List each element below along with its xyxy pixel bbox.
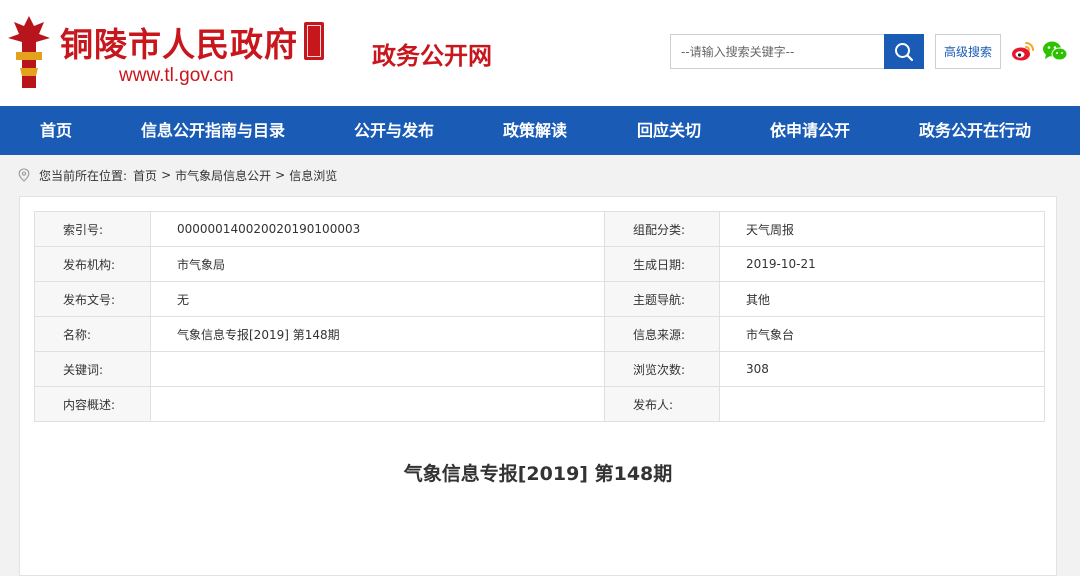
table-row: 关键词: 浏览次数: 308 [34,351,1045,387]
meta-label: 浏览次数: [604,351,720,387]
meta-label: 发布文号: [34,281,151,317]
advanced-search-button[interactable]: 高级搜索 [935,34,1001,69]
main-nav: 首页 信息公开指南与目录 公开与发布 政策解读 回应关切 依申请公开 政务公开在… [0,106,1080,155]
table-row: 索引号: 000000140020020190100003 组配分类: 天气周报 [34,211,1045,247]
content-panel: 索引号: 000000140020020190100003 组配分类: 天气周报… [19,196,1057,576]
meta-value: 天气周报 [719,211,1045,247]
wechat-icon[interactable] [1042,40,1068,62]
breadcrumb-home[interactable]: 首页 [133,167,157,184]
meta-value: 市气象台 [719,316,1045,352]
meta-label: 信息来源: [604,316,720,352]
nav-item-response[interactable]: 回应关切 [637,106,701,155]
nav-item-disclosure-action[interactable]: 政务公开在行动 [919,106,1031,155]
meta-value: 其他 [719,281,1045,317]
meta-value [150,351,605,387]
nav-item-guide-directory[interactable]: 信息公开指南与目录 [141,106,285,155]
meta-label: 名称: [34,316,151,352]
document-title: 气象信息专报[2019] 第148期 [403,463,673,485]
table-row: 发布文号: 无 主题导航: 其他 [34,281,1045,317]
nav-item-home[interactable]: 首页 [40,106,72,155]
meta-label: 索引号: [34,211,151,247]
meta-value: 气象信息专报[2019] 第148期 [150,316,605,352]
document-metadata-table: 索引号: 000000140020020190100003 组配分类: 天气周报… [34,211,1045,422]
red-seal-stamp [304,22,324,60]
meta-label: 主题导航: [604,281,720,317]
search-input[interactable] [670,34,884,69]
meta-value [719,386,1045,422]
nav-item-publish[interactable]: 公开与发布 [354,106,434,155]
meta-value: 无 [150,281,605,317]
breadcrumb-bureau-disclosure[interactable]: 市气象局信息公开 [175,167,271,184]
location-pin-icon [18,168,30,182]
meta-label: 生成日期: [604,246,720,282]
meta-value: 市气象局 [150,246,605,282]
meta-label: 关键词: [34,351,151,387]
breadcrumb-separator: > [275,168,286,182]
breadcrumb: 您当前所在位置: 首页 > 市气象局信息公开 > 信息浏览 [18,165,337,185]
meta-label: 发布人: [604,386,720,422]
meta-value [150,386,605,422]
meta-label: 内容概述: [34,386,151,422]
meta-label: 组配分类: [604,211,720,247]
meta-value: 000000140020020190100003 [150,211,605,247]
site-name: 铜陵市人民政府 [60,25,298,64]
meta-label: 发布机构: [34,246,151,282]
table-row: 发布机构: 市气象局 生成日期: 2019-10-21 [34,246,1045,282]
meta-value: 308 [719,351,1045,387]
weibo-icon[interactable] [1011,40,1035,62]
site-url: www.tl.gov.cn [119,65,234,86]
breadcrumb-current: 信息浏览 [289,168,338,183]
breadcrumb-separator: > [161,168,172,182]
search-button[interactable] [884,34,924,69]
table-row: 内容概述: 发布人: [34,386,1045,422]
nav-item-policy-interpretation[interactable]: 政策解读 [503,106,567,155]
table-row: 名称: 气象信息专报[2019] 第148期 信息来源: 市气象台 [34,316,1045,352]
meta-value: 2019-10-21 [719,246,1045,282]
breadcrumb-prefix: 您当前所在位置: [39,168,128,183]
nav-item-request-disclosure[interactable]: 依申请公开 [770,106,850,155]
section-name: 政务公开网 [372,41,492,70]
search-icon [895,42,914,61]
site-header: 铜陵市人民政府 www.tl.gov.cn 政务公开网 高级搜索 [0,0,1080,106]
city-emblem-logo[interactable] [6,12,52,92]
